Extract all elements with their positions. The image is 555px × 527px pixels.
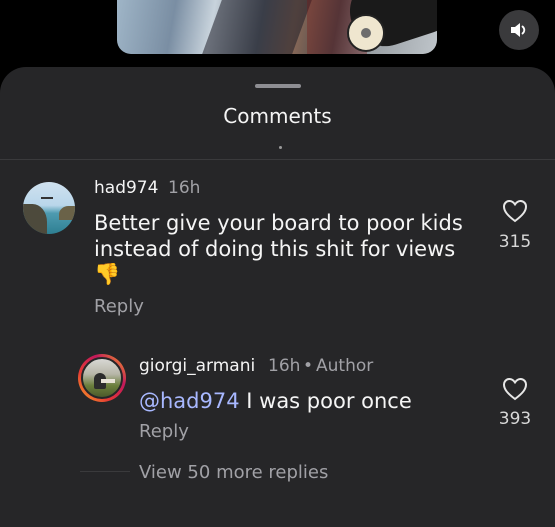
like-count: 393: [498, 409, 532, 429]
reply-text-body: I was poor once: [239, 389, 412, 413]
speaker-icon: [511, 23, 526, 37]
skateboard-wheel: [347, 14, 385, 52]
view-more-replies-button[interactable]: View 50 more replies: [139, 462, 328, 483]
reply-button[interactable]: Reply: [94, 296, 144, 317]
reply-button[interactable]: Reply: [139, 421, 189, 442]
drag-handle[interactable]: [255, 84, 301, 88]
comment-text-line2: instead of doing this shit for views: [94, 237, 456, 261]
avatar-rock: [23, 204, 47, 234]
avatar-rock: [59, 206, 75, 220]
video-shadow: [202, 0, 312, 54]
reply-username[interactable]: giorgi_armani: [139, 356, 255, 376]
thumbs-down-emoji: 👎: [94, 262, 121, 286]
avatar[interactable]: [81, 357, 123, 399]
reply-time: 16h: [268, 356, 301, 376]
sheet-title: Comments: [223, 104, 332, 128]
dot-indicator: [279, 146, 282, 149]
comment-time: 16h: [168, 178, 201, 198]
sound-toggle-button[interactable]: [499, 10, 539, 50]
comments-sheet: Comments: [0, 67, 555, 527]
reply-text: @had974 I was poor once: [139, 386, 412, 416]
avatar[interactable]: [23, 182, 75, 234]
video-preview[interactable]: [117, 0, 437, 54]
thread-divider: [80, 471, 130, 472]
heart-icon[interactable]: [502, 199, 528, 223]
heart-icon[interactable]: [502, 377, 528, 401]
comment-username[interactable]: had974: [94, 178, 158, 198]
header-divider: [0, 159, 555, 160]
avatar-arm: [101, 379, 115, 383]
mention-link[interactable]: @had974: [139, 389, 240, 413]
like-count: 315: [498, 232, 532, 252]
meta-separator: •: [303, 356, 314, 376]
author-badge: Author: [316, 356, 374, 376]
avatar-bird: [41, 197, 53, 199]
